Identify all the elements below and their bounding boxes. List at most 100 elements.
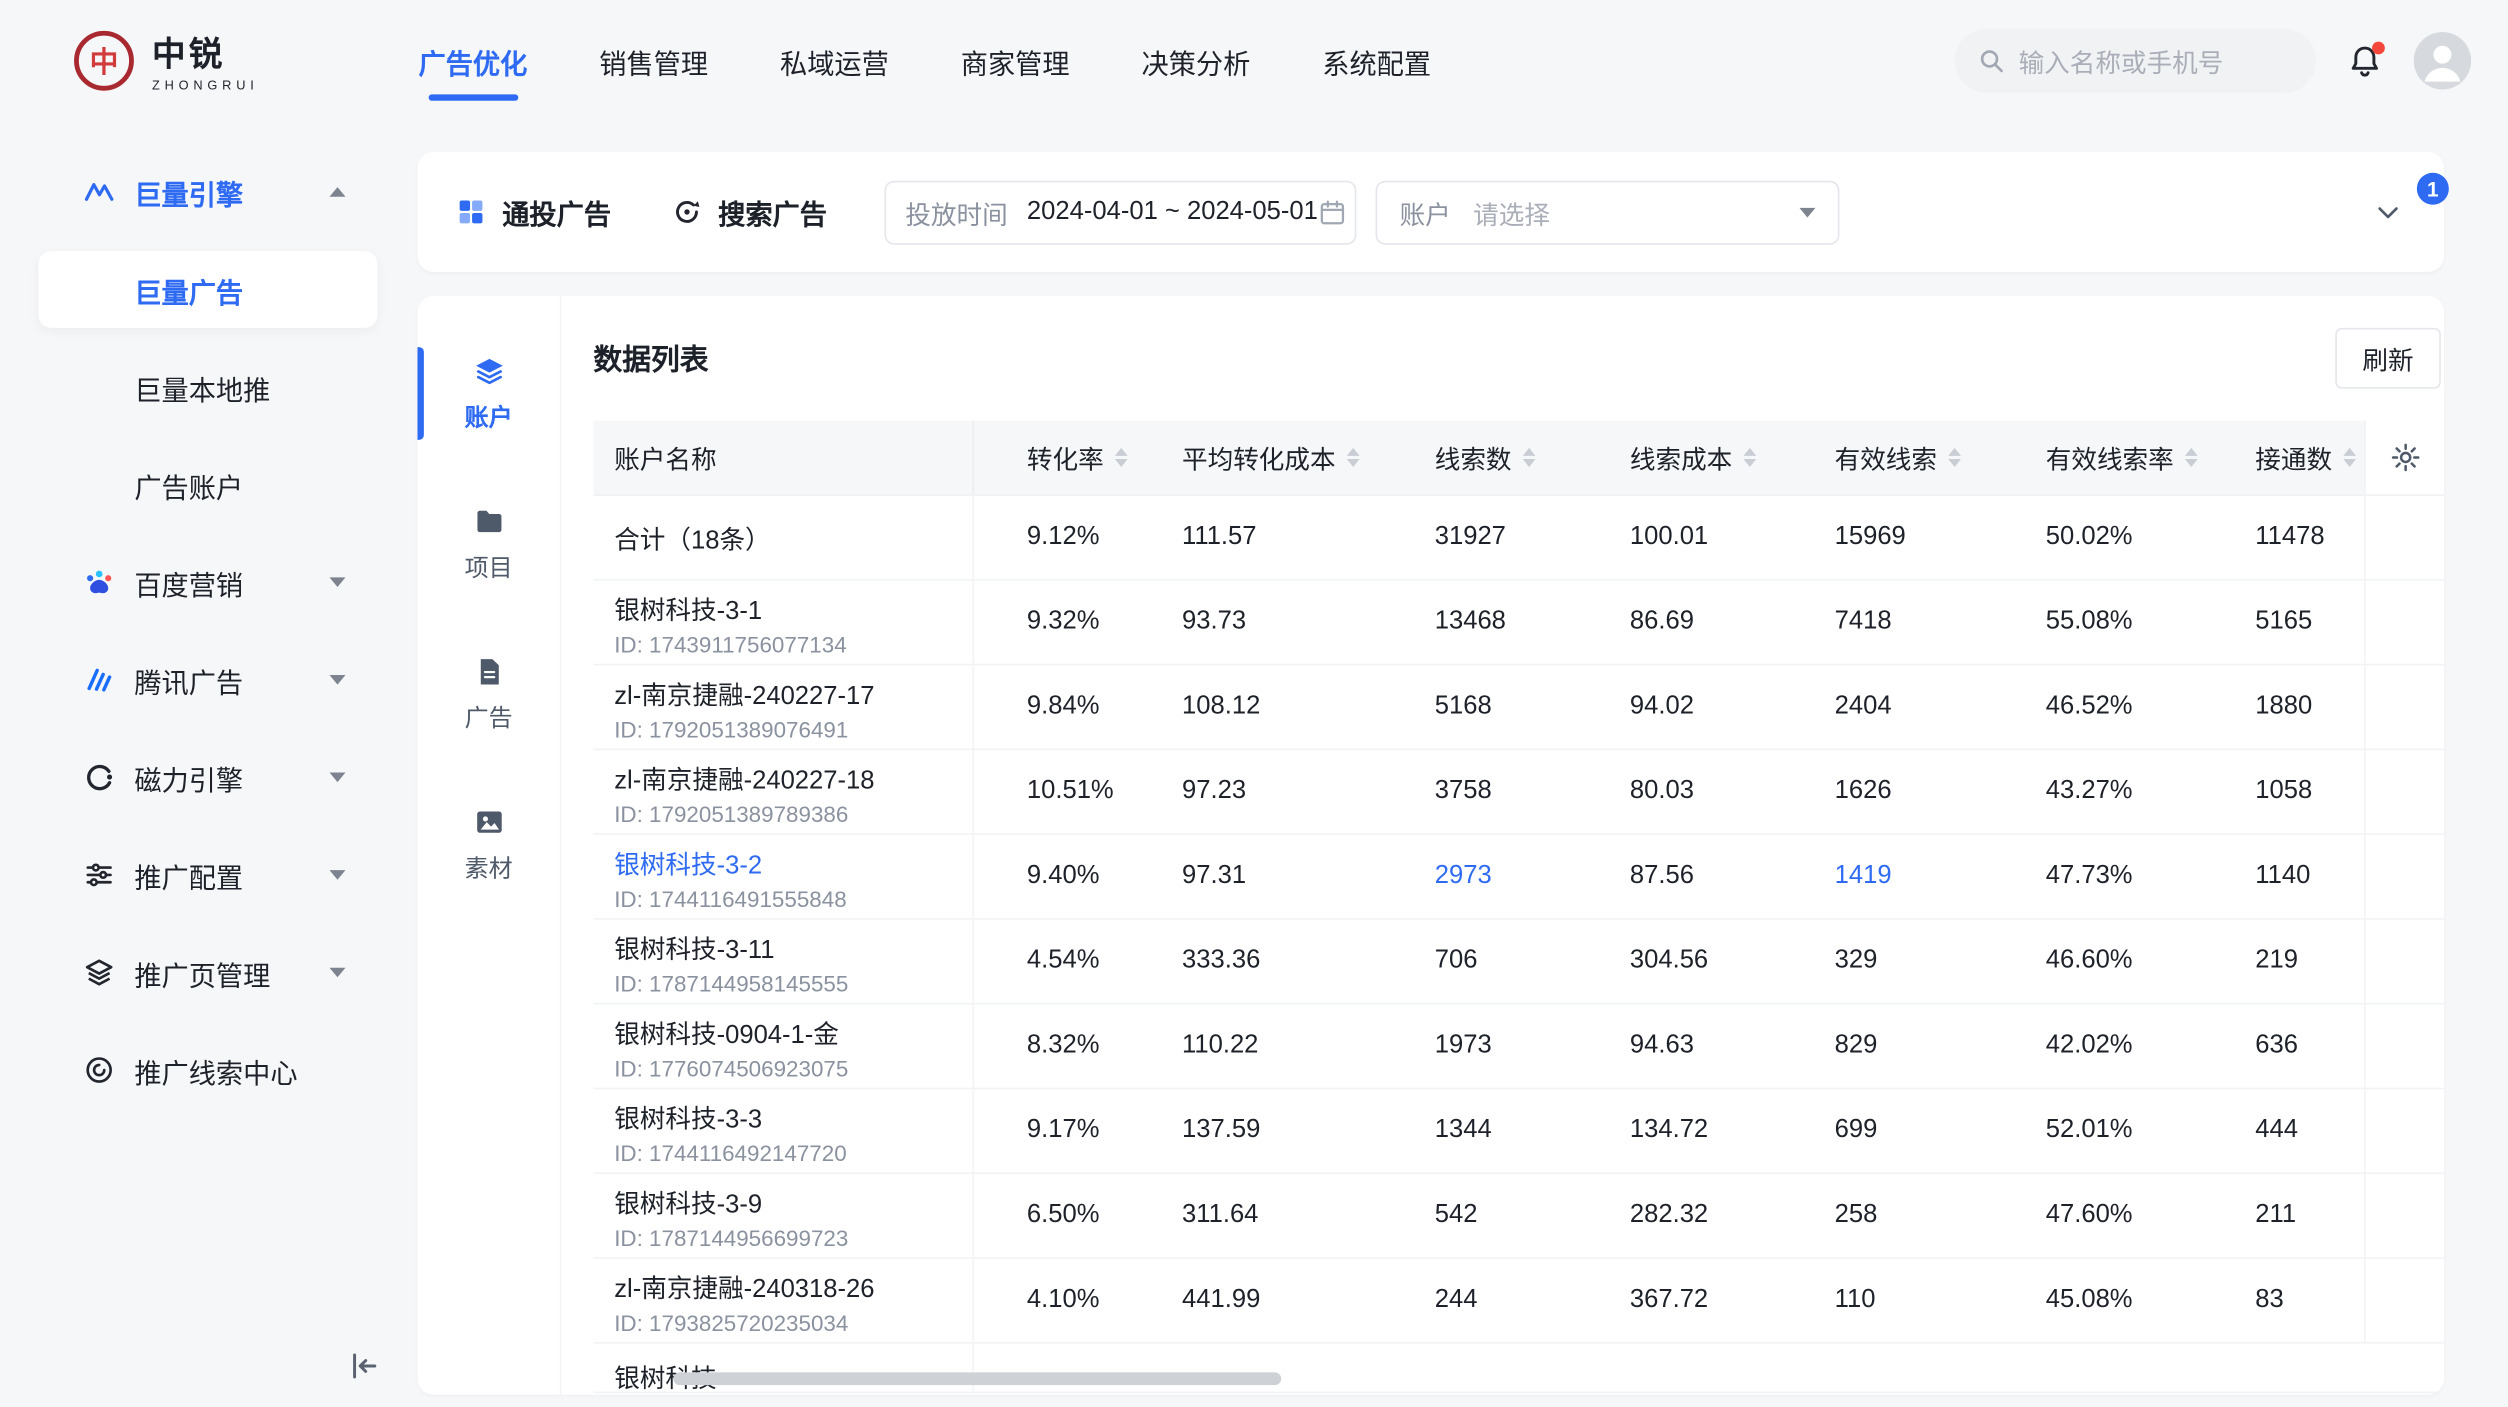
nav-item-sales-management[interactable]: 销售管理 [599, 0, 708, 122]
sort-icon[interactable] [1347, 448, 1360, 467]
cell-value: 9.40% [1027, 862, 1100, 891]
sort-icon[interactable] [2185, 448, 2198, 467]
account-name[interactable]: 银树科技-3-2 [614, 842, 762, 880]
nav-item-ad-optimization[interactable]: 广告优化 [419, 0, 528, 122]
filter-bar: 通投广告 搜索广告 投放时间 2024-04-01 ~ 2024-05-01 账户… [417, 152, 2444, 272]
cell-value[interactable]: 1419 [1835, 862, 1892, 891]
table-row: 银树科技 [593, 1344, 2444, 1394]
cell-value: 5165 [2255, 608, 2312, 637]
rail-tab-ad[interactable]: 广告 [417, 641, 559, 747]
column-header-7[interactable]: 接通数 [2236, 421, 2364, 495]
rail-tab-project[interactable]: 项目 [417, 491, 559, 597]
column-header-1[interactable]: 转化率 [974, 421, 1163, 495]
ad-type-tab-search-ads[interactable]: 搜索广告 [672, 192, 827, 232]
sidebar-item-label: 推广页管理 [134, 953, 329, 993]
table-cell: 2973 [1416, 835, 1611, 918]
sort-icon[interactable] [1523, 448, 1536, 467]
cell-value[interactable]: 2973 [1435, 862, 1492, 891]
sidebar-collapse-button[interactable] [345, 1348, 380, 1383]
sort-icon[interactable] [1115, 448, 1128, 467]
table-cell: 31927 [1416, 496, 1611, 579]
column-header-4[interactable]: 线索成本 [1611, 421, 1816, 495]
refresh-button[interactable]: 刷新 [2335, 328, 2441, 389]
rail-tab-label: 广告 [465, 700, 513, 734]
sidebar-item-baidu-marketing[interactable]: 百度营销 [38, 544, 377, 621]
table-cell: 50.02% [2027, 496, 2237, 579]
column-header-5[interactable]: 有效线索 [1815, 421, 2026, 495]
sidebar-item-ocean-engine[interactable]: 巨量引擎 [38, 154, 377, 231]
account-name-cell: 银树科技-3-2ID: 1744116491555848 [593, 835, 974, 918]
rail-tab-material[interactable]: 素材 [417, 792, 559, 898]
cell-value: 46.60% [2046, 947, 2133, 976]
ad-type-tabs: 通投广告 搜索广告 [456, 192, 827, 232]
notification-bell-button[interactable] [2346, 42, 2383, 79]
cell-value: 97.23 [1182, 777, 1246, 806]
table-row: 合计（18条）9.12%111.5731927100.011596950.02%… [593, 496, 2444, 581]
cell-value: 50.02% [2046, 523, 2133, 552]
date-range-label: 投放时间 [905, 193, 1007, 231]
sidebar-item-label: 磁力引擎 [134, 757, 329, 797]
column-header-3[interactable]: 线索数 [1416, 421, 1611, 495]
chevron-down-icon [1799, 207, 1815, 217]
sort-icon[interactable] [1948, 448, 1961, 467]
nav-item-system-config[interactable]: 系统配置 [1322, 0, 1431, 122]
sidebar-item-ocean-ads[interactable]: 巨量广告 [38, 251, 377, 328]
rail-tab-account[interactable]: 账户 [417, 341, 559, 447]
cell-value: 10.51% [1027, 777, 1114, 806]
sidebar-item-ocean-local[interactable]: 巨量本地推 [38, 349, 377, 426]
cell-value: 43.27% [2046, 777, 2133, 806]
layers-icon [473, 354, 505, 386]
topbar: 中 中锐 ZHONGRUI 广告优化销售管理私域运营商家管理决策分析系统配置 输… [0, 0, 2508, 122]
column-header-6[interactable]: 有效线索率 [2027, 421, 2237, 495]
avatar[interactable] [2414, 32, 2472, 90]
account-name: zl-南京捷融-240318-26 [614, 1266, 874, 1304]
sidebar-item-label: 巨量广告 [134, 270, 345, 310]
sidebar-item-ad-accounts[interactable]: 广告账户 [38, 446, 377, 523]
logo: 中 中锐 ZHONGRUI [72, 29, 259, 93]
date-range-picker[interactable]: 投放时间 2024-04-01 ~ 2024-05-01 [885, 180, 1357, 244]
gear-icon[interactable] [2389, 441, 2421, 473]
column-header-label: 平均转化成本 [1182, 438, 1336, 476]
table-row: 银树科技-0904-1-金ID: 17760745069230758.32%11… [593, 1004, 2444, 1089]
table-cell: 46.60% [2027, 920, 2237, 1003]
ad-type-tab-general-ads[interactable]: 通投广告 [456, 192, 611, 232]
global-search-input[interactable]: 输入名称或手机号 [1955, 29, 2316, 93]
table-cell: 6.50% [974, 1174, 1163, 1257]
column-header-label: 有效线索率 [2046, 438, 2174, 476]
sidebar-item-promotion-leads[interactable]: 推广线索中心 [38, 1032, 377, 1109]
sort-icon[interactable] [2343, 448, 2356, 467]
cell-value: 1973 [1435, 1032, 1492, 1061]
chevron-down-icon [2374, 198, 2403, 227]
nav-item-decision-analysis[interactable]: 决策分析 [1142, 0, 1251, 122]
table-cell: 244 [1416, 1259, 1611, 1342]
cell-value: 87.56 [1630, 862, 1694, 891]
layers-outline-icon [83, 957, 115, 989]
sidebar-item-tencent-ads[interactable]: 腾讯广告 [38, 641, 377, 718]
sidebar-item-magnetic-engine[interactable]: 磁力引擎 [38, 739, 377, 816]
nav-item-merchant-management[interactable]: 商家管理 [961, 0, 1070, 122]
sidebar-item-promotion-pages[interactable]: 推广页管理 [38, 934, 377, 1011]
table-cell: 1626 [1815, 750, 2026, 833]
table-panel: 数据列表 刷新 账户名称转化率平均转化成本线索数线索成本有效线索有效线索率接通数… [561, 296, 2444, 1395]
table-cell: 83 [2236, 1259, 2364, 1342]
logo-subtitle: ZHONGRUI [152, 78, 259, 92]
table-cell: 258 [1815, 1174, 2026, 1257]
account-select[interactable]: 账户 请选择 [1376, 180, 1840, 244]
column-header-2[interactable]: 平均转化成本 [1163, 421, 1416, 495]
table-cell: 42.02% [2027, 1004, 2237, 1087]
horizontal-scrollbar-thumb[interactable] [673, 1372, 1281, 1385]
sidebar-menu: 巨量引擎巨量广告巨量本地推广告账户百度营销腾讯广告磁力引擎推广配置推广页管理推广… [0, 154, 416, 1109]
row-settings-cell [2364, 1259, 2444, 1342]
sort-icon[interactable] [1743, 448, 1756, 467]
nav-item-private-domain[interactable]: 私域运营 [780, 0, 889, 122]
table-cell: 10.51% [974, 750, 1163, 833]
cell-value: 11478 [2255, 523, 2324, 552]
sidebar-item-promotion-config[interactable]: 推广配置 [38, 837, 377, 914]
table-cell: 311.64 [1163, 1174, 1416, 1257]
expand-filters-button[interactable] [2374, 198, 2403, 227]
top-nav: 广告优化销售管理私域运营商家管理决策分析系统配置 [419, 0, 1431, 122]
cell-value: 282.32 [1630, 1201, 1708, 1230]
table-cell: 1973 [1416, 1004, 1611, 1087]
target-icon [83, 1054, 115, 1086]
data-table: 账户名称转化率平均转化成本线索数线索成本有效线索有效线索率接通数合计（18条）9… [593, 421, 2444, 1393]
